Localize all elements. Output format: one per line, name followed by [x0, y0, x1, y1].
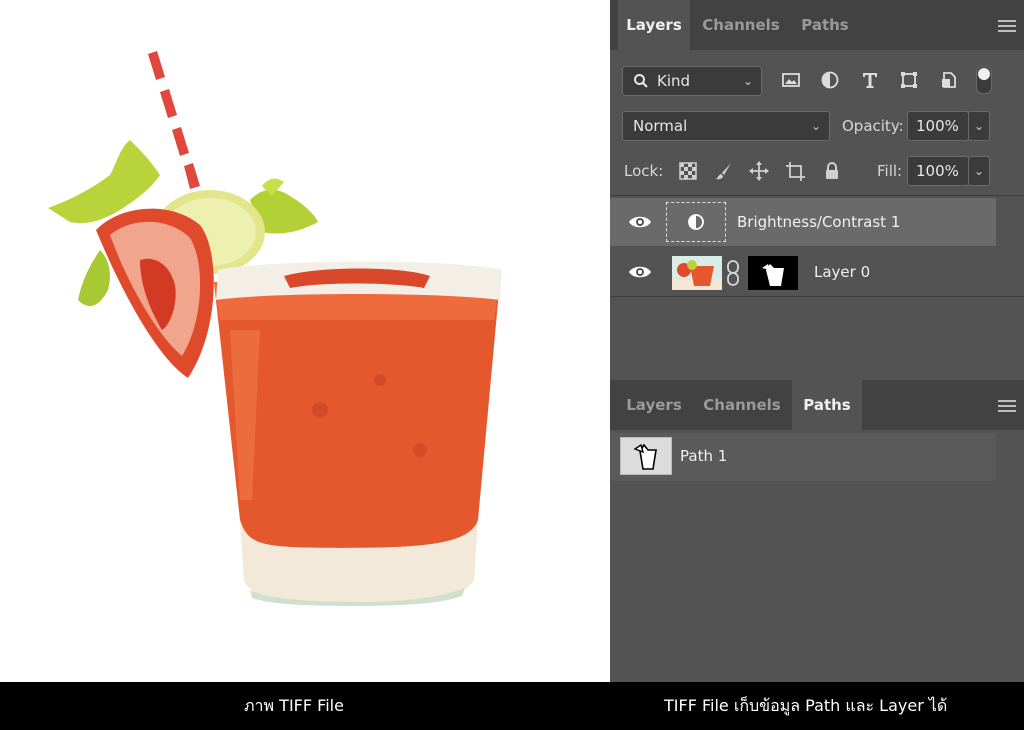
- path-name: Path 1: [680, 447, 728, 465]
- blend-mode-value: Normal: [633, 117, 688, 135]
- left-caption: ภาพ TIFF File: [244, 696, 344, 715]
- filter-kind-select[interactable]: Kind ⌄: [622, 66, 762, 96]
- tab-paths[interactable]: Paths: [792, 380, 862, 430]
- filter-toggle[interactable]: [976, 66, 992, 94]
- chevron-down-icon: ⌄: [973, 119, 984, 133]
- tab-layers[interactable]: Layers: [618, 380, 690, 430]
- type-filter-icon[interactable]: [859, 69, 881, 91]
- tab-paths[interactable]: Paths: [790, 0, 860, 50]
- layer-name: Brightness/Contrast 1: [737, 213, 901, 231]
- lock-transparent-icon[interactable]: [677, 160, 699, 182]
- lock-artboard-icon[interactable]: [784, 160, 806, 182]
- adjustment-layer-thumbnail: [666, 202, 726, 242]
- opacity-dropdown[interactable]: ⌄: [968, 111, 990, 141]
- path-thumbnail: [620, 437, 672, 475]
- smart-object-filter-icon[interactable]: [938, 69, 960, 91]
- layer-row-brightness-contrast[interactable]: Brightness/Contrast 1: [610, 198, 996, 246]
- opacity-input[interactable]: 100%: [907, 111, 969, 141]
- cocktail-image: [0, 0, 610, 682]
- chevron-down-icon: ⌄: [973, 164, 984, 178]
- blend-mode-select[interactable]: Normal ⌄: [622, 111, 830, 141]
- visibility-eye-icon[interactable]: [628, 264, 652, 280]
- chevron-down-icon: ⌄: [810, 119, 821, 133]
- fill-dropdown[interactable]: ⌄: [968, 156, 990, 186]
- photoshop-panels: Layers Channels Paths Kind ⌄ Normal ⌄ Op…: [610, 0, 1024, 682]
- opacity-label: Opacity:: [842, 117, 904, 135]
- image-filter-icon[interactable]: [780, 69, 802, 91]
- shape-filter-icon[interactable]: [898, 69, 920, 91]
- right-caption: TIFF File เก็บข้อมูล Path และ Layer ได้: [664, 696, 948, 715]
- path-row-path-1[interactable]: Path 1: [610, 433, 996, 481]
- layer-row-layer-0[interactable]: Layer 0: [610, 248, 996, 296]
- caption-bar: ภาพ TIFF File TIFF File เก็บข้อมูล Path …: [0, 682, 1024, 730]
- layer-name: Layer 0: [814, 263, 871, 281]
- adjustment-filter-icon[interactable]: [819, 69, 841, 91]
- lock-all-icon[interactable]: [821, 160, 843, 182]
- tab-channels[interactable]: Channels: [696, 380, 788, 430]
- tomato-wedge: [96, 208, 214, 378]
- tab-layers[interactable]: Layers: [618, 0, 690, 50]
- search-icon: [634, 74, 648, 88]
- divider: [610, 195, 1024, 196]
- fill-input[interactable]: 100%: [907, 156, 969, 186]
- tab-channels[interactable]: Channels: [696, 0, 786, 50]
- visibility-eye-icon[interactable]: [628, 214, 652, 230]
- paths-panel-tabbar: Layers Channels Paths: [610, 380, 1024, 430]
- filter-kind-label: Kind: [657, 72, 691, 90]
- divider: [610, 296, 1024, 297]
- chevron-down-icon: ⌄: [742, 74, 753, 88]
- glass: [214, 261, 502, 606]
- panel-menu-icon[interactable]: [998, 400, 1016, 414]
- panel-menu-icon[interactable]: [998, 20, 1016, 34]
- fill-label: Fill:: [877, 162, 903, 180]
- lock-position-icon[interactable]: [748, 160, 770, 182]
- cocktail-illustration: [48, 44, 502, 606]
- lock-label: Lock:: [624, 162, 664, 180]
- layer-mask-thumbnail[interactable]: [748, 256, 798, 290]
- link-chain-icon[interactable]: [726, 260, 740, 286]
- adjustment-icon: [688, 214, 704, 230]
- layer-thumbnail: [672, 256, 722, 290]
- lock-image-icon[interactable]: [713, 160, 735, 182]
- layers-panel-tabbar: Layers Channels Paths: [610, 0, 1024, 50]
